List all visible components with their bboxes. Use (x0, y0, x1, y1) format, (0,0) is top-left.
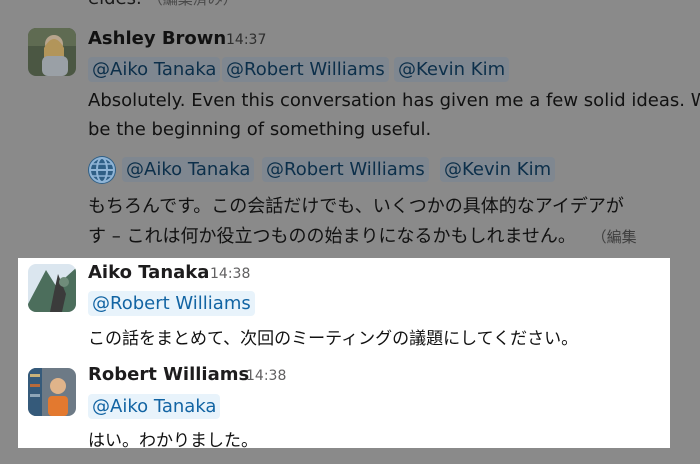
avatar-aiko-image (28, 264, 76, 312)
avatar[interactable] (28, 264, 76, 312)
message-robert[interactable]: Robert Williams 14:38 @Aiko Tanaka はい。わか… (18, 362, 670, 448)
mention-robert[interactable]: @Robert Williams (88, 291, 255, 316)
timestamp[interactable]: 14:38 (210, 266, 250, 282)
message-text: この話をまとめて、次回のミーティングの議題にしてください。 (88, 329, 579, 349)
message-aiko[interactable]: Aiko Tanaka 14:38 @Robert Williams この話をま… (18, 258, 670, 358)
translation-text-line-2: す – これは何か役立つものの始まりになるかもしれません。 （編集 (88, 222, 637, 248)
message-text-line: be the beginning of something useful. (88, 119, 432, 140)
highlighted-messages-panel: Aiko Tanaka 14:38 @Robert Williams この話をま… (18, 258, 670, 448)
author-name[interactable]: Robert Williams (88, 364, 249, 385)
avatar[interactable] (28, 368, 76, 416)
translation-text: す – これは何か役立つものの始まりになるかもしれません。 (88, 226, 576, 247)
mention-kevin[interactable]: @Kevin Kim (394, 57, 510, 82)
mention-aiko[interactable]: @Aiko Tanaka (88, 394, 221, 419)
translation-mention-robert[interactable]: @Robert Williams (262, 157, 429, 182)
message-text-line: Absolutely. Even this conversation has g… (88, 90, 700, 111)
translation-text-line: もちろんです。この会話だけでも、いくつかの具体的なアイデアが (88, 196, 624, 217)
timestamp[interactable]: 14:37 (226, 32, 266, 48)
translation-mention-kevin[interactable]: @Kevin Kim (440, 157, 556, 182)
avatar-robert-image (28, 368, 76, 416)
message-ashley[interactable]: Ashley Brown 14:37 @Aiko Tanaka @Robert … (0, 0, 700, 250)
author-name[interactable]: Aiko Tanaka (88, 262, 209, 283)
globe-icon[interactable] (88, 156, 116, 184)
mention-aiko[interactable]: @Aiko Tanaka (88, 57, 221, 82)
mention-robert[interactable]: @Robert Williams (222, 57, 389, 82)
avatar-ashley-image (28, 28, 76, 76)
edited-label: （編集 (591, 228, 637, 246)
message-text: はい。わかりました。 (88, 431, 258, 448)
author-name[interactable]: Ashley Brown (88, 28, 226, 49)
timestamp[interactable]: 14:38 (246, 368, 286, 384)
translation-mention-aiko[interactable]: @Aiko Tanaka (122, 157, 255, 182)
avatar[interactable] (28, 28, 76, 76)
